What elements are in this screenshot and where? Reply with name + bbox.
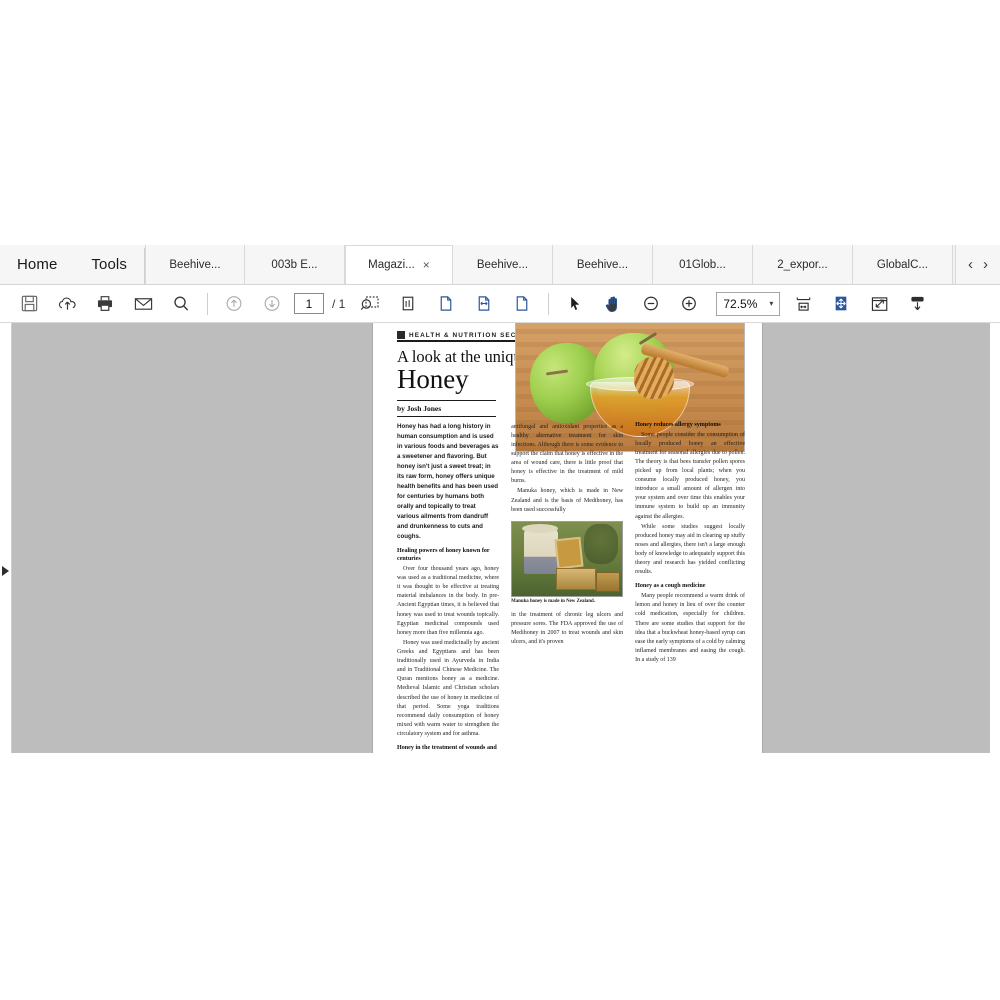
col2-paragraph-3: in the treatment of chronic leg ulcers a…: [511, 611, 624, 646]
zoom-level-select[interactable]: 72.5% ▾: [716, 291, 781, 316]
menu-tools[interactable]: Tools: [74, 245, 144, 284]
article-columns: Honey has had a long history in human co…: [397, 422, 745, 753]
print-icon[interactable]: [86, 288, 124, 320]
tab-beehive-3[interactable]: Beehive...: [552, 245, 653, 284]
fit-width-icon[interactable]: [465, 288, 503, 320]
subhead-allergy: Honey reduces allergy symptoms: [635, 421, 721, 428]
snapshot-icon[interactable]: [784, 288, 822, 320]
tab-label: 01Glob...: [679, 258, 726, 271]
tab-beehive-2[interactable]: Beehive...: [452, 245, 553, 284]
col3-paragraph-1: Some people consider the consumption of …: [635, 431, 745, 520]
page-number-input[interactable]: 1: [294, 293, 324, 314]
save-icon[interactable]: [10, 288, 48, 320]
beekeeper-photo-caption: Manuka honey is made in New Zealand.: [511, 598, 595, 604]
tab-label: 003b E...: [271, 258, 318, 271]
pdf-reader-window: Home Tools Beehive... 003b E... Magazi..…: [0, 244, 1000, 753]
zoom-level-value: 72.5%: [723, 296, 758, 311]
previous-page-icon[interactable]: [215, 288, 253, 320]
toolbar-divider-2: [548, 292, 550, 315]
col2-paragraph-1: antifungal and antioxidant properties as…: [511, 423, 624, 485]
chevron-down-icon: ▾: [769, 299, 774, 308]
column-1: Honey has had a long history in human co…: [397, 422, 499, 753]
scroll-mode-icon[interactable]: [898, 288, 936, 320]
col3-paragraph-3: Many people recommend a warm drink of le…: [635, 593, 745, 663]
tab-2-export[interactable]: 2_expor...: [752, 245, 853, 284]
section-square-icon: [397, 331, 405, 339]
col1-paragraph-2: Honey was used medicinally by ancient Gr…: [397, 639, 500, 737]
fit-page-icon[interactable]: [427, 288, 465, 320]
tab-label: Beehive...: [169, 258, 221, 271]
article-lede: Honey has had a long history in human co…: [397, 422, 499, 541]
col3-paragraph-2: While some studies suggest locally produ…: [635, 523, 745, 576]
beehive-box-2: [596, 571, 621, 592]
zoom-in-icon[interactable]: [670, 288, 708, 320]
select-tool-icon[interactable]: [556, 288, 594, 320]
right-padding: [990, 323, 1000, 753]
honey-dipper-head: [634, 357, 674, 399]
hand-tool-icon[interactable]: [594, 288, 632, 320]
zoom-out-icon[interactable]: [632, 288, 670, 320]
document-viewer[interactable]: HEALTH & NUTRITION SECTION A look at the…: [0, 323, 1000, 753]
chevron-right-icon[interactable]: ›: [983, 256, 988, 273]
tab-label: Beehive...: [576, 258, 629, 271]
tab-label: GlobalC...: [876, 258, 929, 271]
tab-beehive-1[interactable]: Beehive...: [144, 245, 245, 284]
chevron-left-icon[interactable]: ‹: [968, 256, 973, 273]
page-canvas[interactable]: HEALTH & NUTRITION SECTION A look at the…: [12, 323, 990, 753]
tab-label: Magazi...: [368, 259, 415, 271]
honeycomb-frame: [554, 536, 584, 569]
tab-label: 2_expor...: [777, 258, 828, 271]
email-icon[interactable]: [124, 288, 162, 320]
tab-label: Beehive...: [476, 258, 529, 271]
byline-rule-top: [397, 399, 496, 401]
subhead-cough-medicine: Honey as a cough medicine: [635, 583, 706, 590]
left-navigation-rail[interactable]: [0, 323, 12, 753]
beehive-box-1: [556, 567, 597, 590]
column-2: antifungal and antioxidant properties as…: [511, 422, 624, 753]
col1-paragraph-1: Over four thousand years ago, honey was …: [397, 566, 500, 636]
tab-scroll-controls: ‹ ›: [955, 245, 1000, 284]
fit-visible-icon[interactable]: [822, 288, 860, 320]
byline-rule-bottom: [397, 415, 496, 417]
next-page-icon[interactable]: [253, 288, 291, 320]
toolbar-divider: [207, 292, 208, 315]
subhead-wounds-burns: Honey in the treatment of wounds and bur…: [397, 745, 497, 752]
tab-003b[interactable]: 003b E...: [244, 245, 345, 284]
beekeeper-figure: [524, 527, 559, 574]
upload-cloud-icon[interactable]: [48, 288, 86, 320]
fullscreen-icon[interactable]: [860, 288, 898, 320]
main-toolbar: 1 / 1 72.5% ▾: [0, 285, 1000, 323]
menu-home[interactable]: Home: [0, 245, 75, 284]
tab-globalc[interactable]: GlobalC...: [852, 245, 953, 284]
tree-foliage: [584, 523, 619, 564]
sidebar-expand-arrow[interactable]: [2, 566, 9, 576]
close-icon[interactable]: ×: [423, 259, 430, 271]
beekeeper-hat: [522, 523, 559, 533]
page-thumbnails-icon[interactable]: [389, 288, 427, 320]
beekeeper-photo: [511, 520, 624, 597]
page-count-label: / 1: [332, 296, 346, 311]
actual-size-icon[interactable]: [503, 288, 541, 320]
tab-bar: Home Tools Beehive... 003b E... Magazi..…: [0, 245, 1000, 285]
subhead-healing-powers: Healing powers of honey known for centur…: [397, 548, 490, 563]
col2-paragraph-2: Manuka honey, which is made in New Zeala…: [511, 488, 624, 513]
search-icon[interactable]: [162, 288, 200, 320]
pdf-page: HEALTH & NUTRITION SECTION A look at the…: [373, 323, 762, 753]
column-3: Honey reduces allergy symptoms Some peop…: [635, 422, 745, 753]
tab-01glob[interactable]: 01Glob...: [652, 245, 753, 284]
tab-magazine-active[interactable]: Magazi... ×: [344, 245, 453, 284]
marquee-zoom-icon[interactable]: [351, 288, 389, 320]
